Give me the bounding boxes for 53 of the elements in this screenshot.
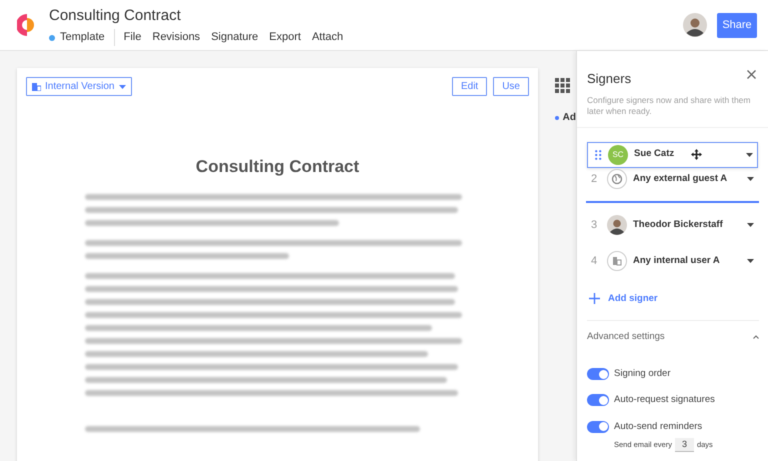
move-cursor-icon: [691, 149, 702, 160]
signer-number: 2: [591, 172, 598, 187]
status-label: Template: [49, 29, 115, 46]
close-icon[interactable]: [747, 70, 756, 80]
advanced-settings-toggle[interactable]: Advanced settings: [587, 320, 759, 344]
share-button[interactable]: Share: [717, 12, 757, 38]
signer-row[interactable]: 3 Theodor Bickerstaff: [587, 214, 758, 236]
days-input[interactable]: 3: [674, 438, 694, 452]
caret-icon: [747, 177, 754, 181]
signer-row[interactable]: 2 Any external guest A: [587, 168, 758, 190]
side-label: Ad: [562, 111, 576, 125]
add-signer-link[interactable]: Add signer: [589, 292, 658, 306]
building-icon: [32, 82, 41, 90]
document-title: Consulting Contract: [49, 6, 182, 26]
chevron-up-icon: [753, 334, 759, 339]
signer-name: Sue Catz: [634, 147, 674, 162]
signer-row[interactable]: SC Sue Catz: [587, 142, 758, 168]
version-dropdown[interactable]: Internal Version: [26, 77, 132, 96]
signer-name: Any internal user A: [633, 254, 720, 268]
toggle-label: Signing order: [614, 367, 671, 381]
globe-icon: [607, 169, 627, 189]
signer-name: Theodor Bickerstaff: [633, 218, 723, 232]
building-icon: [607, 251, 627, 271]
plus-icon: [589, 293, 600, 304]
toggle-switch[interactable]: [587, 394, 609, 406]
user-avatar: [607, 215, 627, 235]
signer-row[interactable]: 4 Any internal user A: [587, 250, 758, 272]
caret-icon: [118, 84, 126, 88]
logo-icon: [17, 13, 37, 37]
signer-name: Any external guest A: [633, 172, 728, 186]
toggle-switch[interactable]: [587, 420, 609, 433]
toggle-label: Auto-send reminders: [614, 420, 702, 434]
panel-description: Configure signers now and share with them later when ready.: [587, 94, 752, 116]
initials-avatar: SC: [608, 144, 628, 164]
caret-icon: [747, 223, 754, 227]
menu-item[interactable]: Attach: [312, 29, 344, 46]
menu-item[interactable]: Revisions: [152, 29, 200, 46]
signer-number: 4: [591, 254, 598, 269]
grid-icon: [555, 78, 570, 93]
menu-item[interactable]: Export: [269, 29, 301, 46]
user-avatar: [683, 13, 707, 37]
menu-item[interactable]: Signature: [211, 29, 258, 46]
caret-icon: [746, 152, 753, 156]
toggle-switch[interactable]: [587, 368, 609, 380]
contract-heading: Consulting Contract: [194, 156, 360, 178]
panel-title: Signers: [587, 70, 632, 88]
action-button[interactable]: Use: [493, 77, 529, 96]
drag-handle-icon: [595, 150, 602, 160]
caret-icon: [747, 259, 754, 263]
action-button[interactable]: Edit: [452, 77, 488, 96]
toggle-label: Auto-request signatures: [614, 393, 715, 408]
signer-number: 3: [591, 218, 598, 233]
menu-item[interactable]: File: [124, 29, 142, 46]
